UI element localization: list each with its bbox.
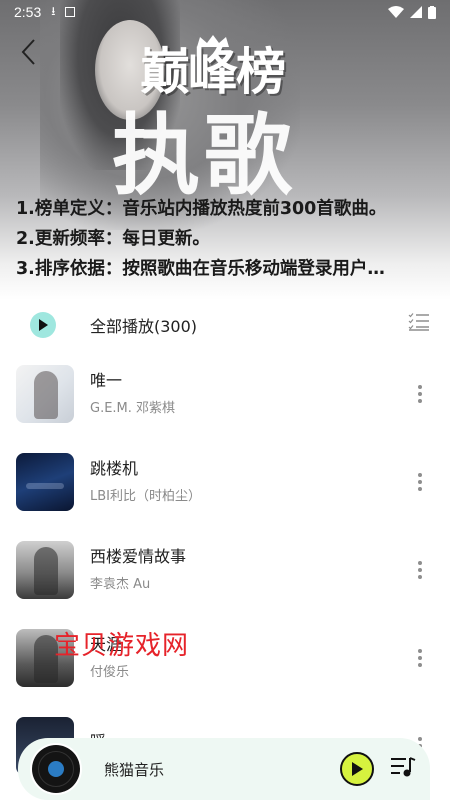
play-icon xyxy=(39,319,48,331)
song-row[interactable]: 唯一 G.E.M. 邓紫棋 xyxy=(0,350,450,438)
more-options-icon[interactable] xyxy=(408,374,432,414)
signal-icon xyxy=(410,6,422,18)
chart-description: 1.榜单定义：音乐站内播放热度前300首歌曲。 2.更新频率：每日更新。 3.排… xyxy=(16,194,440,284)
album-cover xyxy=(16,365,74,423)
song-artist: LBI利比（时柏尘） xyxy=(90,489,201,504)
song-title: 跳楼机 xyxy=(90,459,139,478)
more-options-icon[interactable] xyxy=(408,462,432,502)
back-button[interactable] xyxy=(12,36,44,68)
status-time: 2:53 xyxy=(14,4,42,20)
chart-logo: 巅峰榜 xyxy=(140,42,286,101)
multi-select-button[interactable] xyxy=(408,313,430,337)
chart-title: 执歌 xyxy=(112,104,297,207)
description-line: 2.更新频率：每日更新。 xyxy=(16,229,210,249)
checklist-icon xyxy=(408,313,429,331)
vinyl-disc-icon[interactable] xyxy=(32,745,80,793)
play-all-button[interactable] xyxy=(30,312,56,338)
more-options-icon[interactable] xyxy=(408,638,432,678)
mini-player-play-button[interactable] xyxy=(340,752,374,786)
battery-icon xyxy=(428,5,436,19)
song-row[interactable]: 西楼爱情故事 李袁杰 Au xyxy=(0,526,450,614)
album-cover xyxy=(16,453,74,511)
song-artist: 付俊乐 xyxy=(90,665,130,680)
mini-player-title[interactable]: 熊猫音乐 xyxy=(104,759,164,780)
play-icon xyxy=(352,762,363,776)
wifi-icon xyxy=(388,6,404,18)
playlist-icon xyxy=(391,757,416,777)
watermark-text: 宝贝游戏网 xyxy=(54,631,190,661)
description-line: 1.榜单定义：音乐站内播放热度前300首歌曲。 xyxy=(16,199,387,219)
song-info: 唯一 G.E.M. 邓紫棋 xyxy=(90,370,408,418)
description-line: 3.排序依据：按照歌曲在音乐移动端登录用户… xyxy=(16,259,385,279)
song-title: 西楼爱情故事 xyxy=(90,547,187,566)
download-icon: ⭳ xyxy=(51,3,56,18)
status-bar: 2:53 ⭳ xyxy=(0,0,450,24)
chart-header: 2:53 ⭳ 巅峰榜 执歌 1.榜单定义：音乐站内播放热度前300首歌曲。 2.… xyxy=(0,0,450,300)
playlist-queue-button[interactable] xyxy=(390,756,416,782)
song-info: 西楼爱情故事 李袁杰 Au xyxy=(90,546,408,594)
song-artist: G.E.M. 邓紫棋 xyxy=(90,401,176,416)
album-cover xyxy=(16,541,74,599)
song-info: 跳楼机 LBI利比（时柏尘） xyxy=(90,458,408,506)
mini-player[interactable]: 熊猫音乐 xyxy=(18,738,430,800)
song-list: 唯一 G.E.M. 邓紫棋 跳楼机 LBI利比（时柏尘） 西楼爱情故事 李袁杰 … xyxy=(0,350,450,790)
song-title: 唯一 xyxy=(90,371,123,390)
play-all-label[interactable]: 全部播放(300) xyxy=(90,313,197,337)
play-all-bar: 全部播放(300) xyxy=(0,300,450,350)
notification-icon xyxy=(65,7,76,17)
song-row[interactable]: 跳楼机 LBI利比（时柏尘） xyxy=(0,438,450,526)
more-options-icon[interactable] xyxy=(408,550,432,590)
song-artist: 李袁杰 Au xyxy=(90,577,151,592)
chevron-left-icon xyxy=(21,39,35,65)
